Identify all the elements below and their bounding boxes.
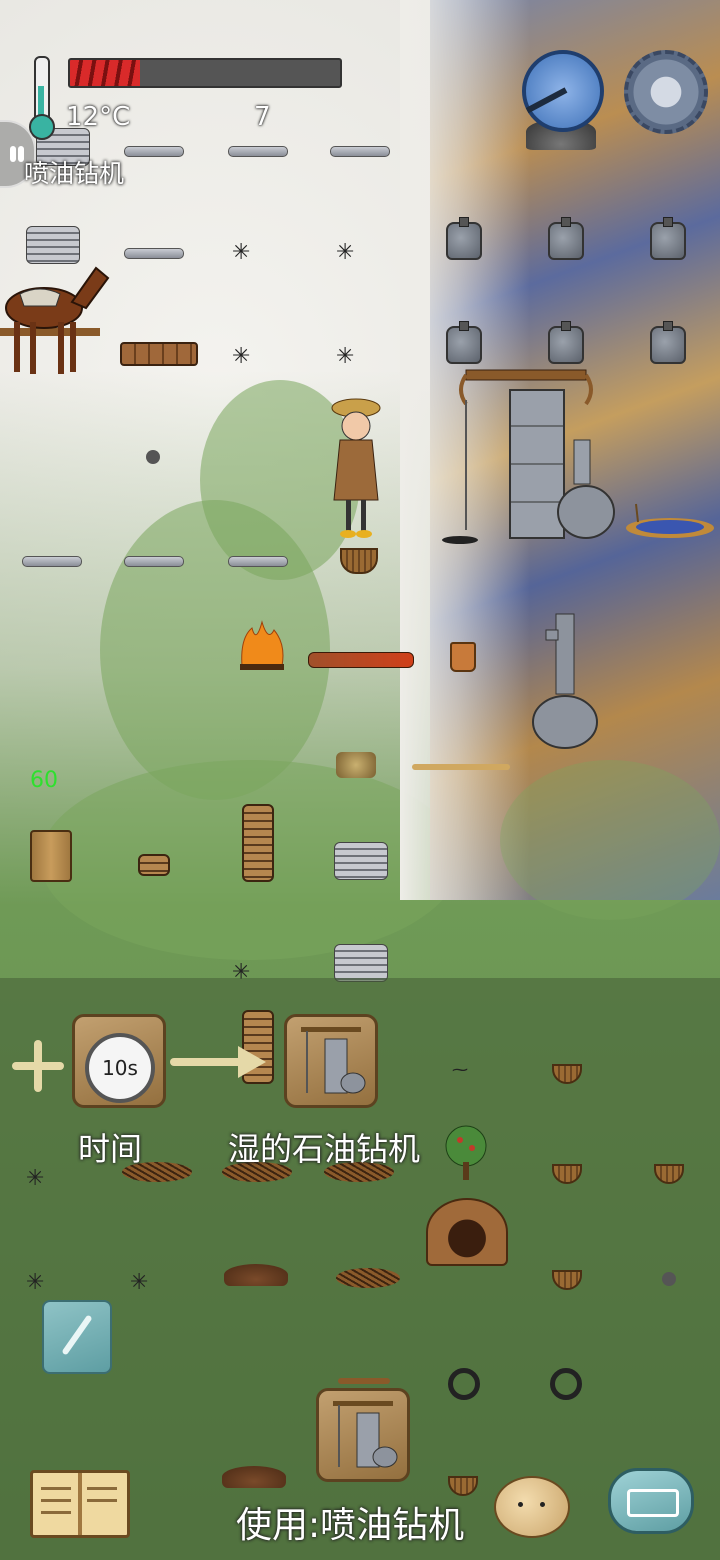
campfire[interactable] [236, 608, 288, 672]
health-bar [68, 58, 342, 88]
horse[interactable] [0, 258, 112, 378]
grass-patch [500, 760, 720, 920]
dirt-mound[interactable] [222, 1466, 286, 1488]
oil-well-pump[interactable] [530, 610, 600, 750]
pen-icon[interactable] [42, 1300, 112, 1374]
oil-sack[interactable] [548, 321, 584, 364]
oil-sack[interactable] [446, 217, 482, 260]
wooden-cup[interactable] [450, 642, 476, 672]
grass-patch [100, 500, 330, 800]
log[interactable] [124, 556, 184, 567]
burning-log[interactable] [308, 652, 414, 668]
twig-bundle[interactable]: ✳ [26, 1168, 44, 1190]
twig-bundle[interactable]: ✳ [336, 242, 354, 264]
recipe-result-slot[interactable] [284, 1014, 378, 1108]
log[interactable] [22, 556, 82, 567]
pebble[interactable] [146, 450, 160, 464]
log[interactable] [330, 146, 390, 157]
time-label: 时间 [78, 1130, 143, 1168]
plus-icon [12, 1040, 64, 1092]
twig-bundle[interactable]: ✳ [232, 242, 250, 264]
twig-bundle[interactable]: ✳ [26, 1272, 44, 1294]
oil-sack[interactable] [650, 217, 686, 260]
use-item-slot[interactable] [316, 1388, 410, 1482]
book-icon[interactable] [30, 1470, 130, 1538]
twig-bundle[interactable]: ✳ [232, 346, 250, 368]
use-action-label[interactable]: 使用:喷油钻机 [236, 1496, 464, 1548]
oil-sack[interactable] [446, 321, 482, 364]
wooden-barrel[interactable] [30, 830, 72, 882]
compass-icon[interactable] [522, 50, 604, 132]
health-bar-fill [70, 60, 141, 86]
world-counter: 60 [30, 768, 58, 793]
stone-pile[interactable] [334, 944, 388, 982]
tire[interactable] [448, 1368, 480, 1400]
berry-bush[interactable] [444, 1124, 488, 1182]
oil-sack[interactable] [650, 321, 686, 364]
firewood-pile[interactable] [120, 342, 198, 366]
item-count: 7 [254, 102, 271, 132]
arrow-right-icon [170, 1046, 270, 1078]
oil-drilling-rig[interactable] [436, 360, 616, 544]
keyboard-icon[interactable] [608, 1468, 694, 1534]
clay-kiln[interactable] [426, 1198, 508, 1266]
timer-icon: 10s [85, 1033, 155, 1103]
bone-item[interactable] [336, 752, 376, 778]
thermometer-icon [28, 56, 55, 140]
potato-face-icon[interactable] [494, 1476, 570, 1538]
coin-stack[interactable] [242, 804, 274, 882]
coin-stack[interactable] [138, 854, 170, 876]
time-slot: 10s [72, 1014, 166, 1108]
twig-bundle[interactable]: ✳ [336, 346, 354, 368]
knife[interactable] [338, 1378, 390, 1384]
player-character[interactable] [328, 396, 384, 540]
straw-pile[interactable] [336, 1268, 400, 1288]
pebble[interactable] [662, 1272, 676, 1286]
log[interactable] [228, 556, 288, 567]
selected-object-label: 喷油钻机 [24, 159, 125, 188]
log[interactable] [124, 146, 184, 157]
tire[interactable] [550, 1368, 582, 1400]
temperature-readout: 12°C [66, 102, 131, 132]
twig-bundle[interactable]: ✳ [130, 1272, 148, 1294]
dirt-mound[interactable] [224, 1264, 288, 1286]
stick[interactable] [412, 764, 510, 770]
log[interactable] [228, 146, 288, 157]
stone-pile[interactable] [334, 842, 388, 880]
gear-icon[interactable] [624, 50, 708, 134]
recipe-result-label: 湿的石油钻机 [228, 1130, 421, 1168]
twig[interactable]: ⁓ [452, 1062, 468, 1078]
oil-puddle[interactable] [624, 500, 716, 540]
log[interactable] [124, 248, 184, 259]
oil-sack[interactable] [548, 217, 584, 260]
basket[interactable] [340, 548, 378, 574]
